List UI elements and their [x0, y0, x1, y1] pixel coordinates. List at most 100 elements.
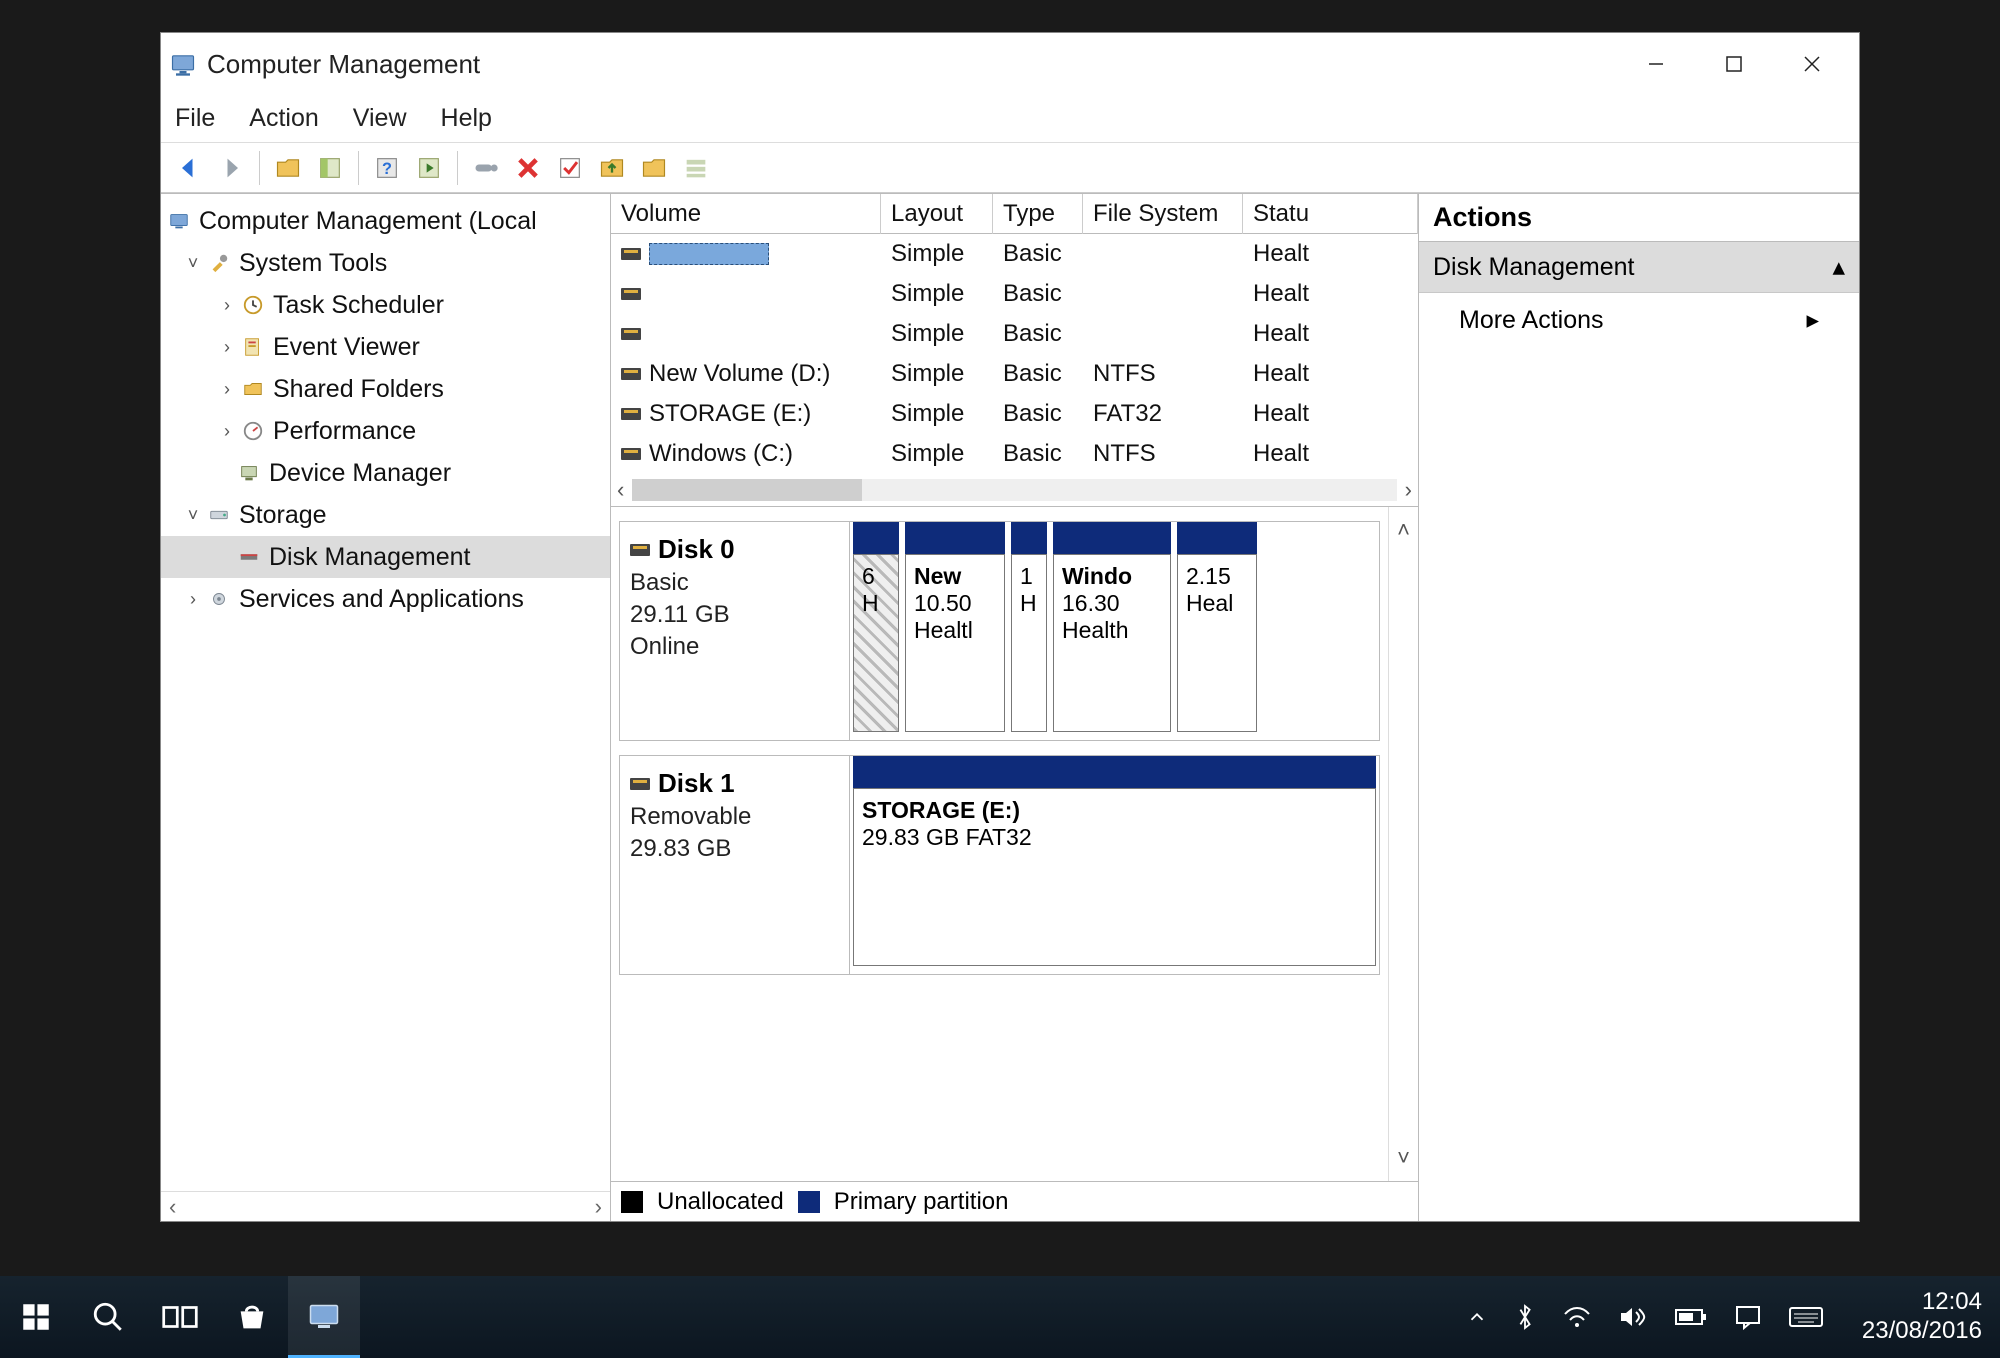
chevron-down-icon[interactable]: ˅ [183, 505, 203, 526]
partition-box[interactable]: Windo16.30Health [1053, 554, 1171, 732]
navigation-tree[interactable]: Computer Management (Local ˅ System Tool… [161, 194, 610, 1191]
menu-view[interactable]: View [353, 104, 407, 133]
back-button[interactable] [171, 150, 207, 186]
volume-icon[interactable] [1618, 1304, 1648, 1330]
check-button[interactable] [552, 150, 588, 186]
volume-status: Healt [1243, 396, 1418, 432]
clock-time: 12:04 [1862, 1288, 1982, 1317]
tree-root[interactable]: Computer Management (Local [161, 200, 610, 242]
tree-task-scheduler[interactable]: › Task Scheduler [161, 284, 610, 326]
menu-action[interactable]: Action [249, 104, 318, 133]
tree-performance[interactable]: › Performance [161, 410, 610, 452]
scroll-left-icon[interactable]: ‹ [617, 477, 624, 503]
taskbar-clock[interactable]: 12:04 23/08/2016 [1844, 1288, 2000, 1346]
chevron-right-icon[interactable]: › [217, 379, 237, 400]
disk-partitions: 6HNew10.50Healtl1HWindo16.30Health2.15He… [850, 522, 1379, 740]
up-button[interactable] [270, 150, 306, 186]
tree-system-tools[interactable]: ˅ System Tools [161, 242, 610, 284]
drive-icon [630, 544, 650, 556]
volume-row[interactable]: New Volume (D:)SimpleBasicNTFSHealt [611, 354, 1418, 394]
delete-button[interactable] [510, 150, 546, 186]
chevron-down-icon[interactable]: ˅ [183, 253, 203, 274]
partition-box[interactable]: STORAGE (E:)29.83 GB FAT32 [853, 788, 1376, 966]
volume-row[interactable]: SimpleBasicHealt [611, 314, 1418, 354]
scroll-up-icon[interactable]: ˄ [1397, 517, 1410, 543]
search-button[interactable] [72, 1276, 144, 1358]
close-button[interactable] [1773, 33, 1851, 95]
more-actions-item[interactable]: More Actions ▸ [1419, 293, 1859, 347]
volume-row[interactable]: Windows (C:)SimpleBasicNTFSHealt [611, 434, 1418, 474]
taskbar: 12:04 23/08/2016 [0, 1276, 2000, 1358]
help-button[interactable]: ? [369, 150, 405, 186]
taskbar-computer-management[interactable] [288, 1276, 360, 1358]
actions-group[interactable]: Disk Management ▴ [1419, 242, 1859, 293]
tree-shared-folders[interactable]: › Shared Folders [161, 368, 610, 410]
partition-box[interactable]: 1H [1011, 554, 1047, 732]
tree-event-viewer[interactable]: › Event Viewer [161, 326, 610, 368]
menu-help[interactable]: Help [441, 104, 492, 133]
battery-icon[interactable] [1674, 1306, 1708, 1328]
folder-up-button[interactable] [594, 150, 630, 186]
tree-horizontal-scrollbar[interactable]: ‹ › [161, 1191, 610, 1221]
tree-disk-management[interactable]: Disk Management [161, 536, 610, 578]
scroll-left-icon[interactable]: ‹ [169, 1194, 176, 1220]
folder-search-button[interactable] [636, 150, 672, 186]
volume-name: STORAGE (E:) [649, 400, 811, 428]
volume-horizontal-scrollbar[interactable]: ‹ › [611, 474, 1418, 506]
col-volume[interactable]: Volume [611, 194, 881, 234]
col-filesystem[interactable]: File System [1083, 194, 1243, 234]
maximize-button[interactable] [1695, 33, 1773, 95]
scroll-thumb[interactable] [632, 479, 862, 501]
list-view-button[interactable] [678, 150, 714, 186]
disk-vertical-scrollbar[interactable]: ˄ ˅ [1388, 507, 1418, 1181]
tree-services-applications[interactable]: › Services and Applications [161, 578, 610, 620]
chevron-right-icon[interactable]: › [183, 589, 203, 610]
tree-device-manager[interactable]: Device Manager [161, 452, 610, 494]
scroll-right-icon[interactable]: › [1405, 477, 1412, 503]
partition-box[interactable]: New10.50Healtl [905, 554, 1005, 732]
col-type[interactable]: Type [993, 194, 1083, 234]
chevron-right-icon[interactable]: › [217, 295, 237, 316]
task-view-button[interactable] [144, 1276, 216, 1358]
volume-list[interactable]: Volume Layout Type File System Statu Sim… [611, 194, 1418, 507]
store-button[interactable] [216, 1276, 288, 1358]
keyboard-icon[interactable] [1788, 1304, 1824, 1330]
action-center-icon[interactable] [1734, 1304, 1762, 1330]
col-layout[interactable]: Layout [881, 194, 993, 234]
partition-box[interactable]: 6H [853, 554, 899, 732]
volume-type: Basic [993, 396, 1083, 432]
volume-row[interactable]: SimpleBasicHealt [611, 274, 1418, 314]
volume-layout: Simple [881, 316, 993, 352]
col-status[interactable]: Statu [1243, 194, 1418, 234]
chevron-right-icon[interactable]: › [217, 421, 237, 442]
volume-list-header[interactable]: Volume Layout Type File System Statu [611, 194, 1418, 234]
more-actions-label: More Actions [1459, 306, 1604, 335]
disk-row[interactable]: Disk 0Basic29.11 GBOnline6HNew10.50Healt… [619, 521, 1380, 741]
tray-chevron-icon[interactable] [1466, 1306, 1488, 1328]
wifi-icon[interactable] [1562, 1304, 1592, 1330]
refresh-button[interactable] [411, 150, 447, 186]
disk-row[interactable]: Disk 1Removable29.83 GBSTORAGE (E:)29.83… [619, 755, 1380, 975]
tree-storage[interactable]: ˅ Storage [161, 494, 610, 536]
bluetooth-icon[interactable] [1514, 1302, 1536, 1332]
chevron-right-icon[interactable]: › [217, 337, 237, 358]
volume-filesystem [1083, 250, 1243, 258]
volume-status: Healt [1243, 356, 1418, 392]
start-button[interactable] [0, 1276, 72, 1358]
menu-file[interactable]: File [175, 104, 215, 133]
actions-group-label: Disk Management [1433, 253, 1634, 282]
scroll-down-icon[interactable]: ˅ [1397, 1145, 1410, 1171]
volume-row[interactable]: SimpleBasicHealt [611, 234, 1418, 274]
partition-name: New [914, 563, 996, 590]
volume-row[interactable]: STORAGE (E:)SimpleBasicFAT32Healt [611, 394, 1418, 434]
volume-layout: Simple [881, 356, 993, 392]
minimize-button[interactable] [1617, 33, 1695, 95]
scroll-track[interactable] [632, 479, 1396, 501]
properties-button[interactable] [312, 150, 348, 186]
partition-box[interactable]: 2.15Heal [1177, 554, 1257, 732]
disk-info: Disk 1Removable29.83 GB [620, 756, 850, 974]
scroll-right-icon[interactable]: › [595, 1194, 602, 1220]
tool-button[interactable] [468, 150, 504, 186]
partition-line: H [1020, 590, 1038, 617]
forward-button[interactable] [213, 150, 249, 186]
